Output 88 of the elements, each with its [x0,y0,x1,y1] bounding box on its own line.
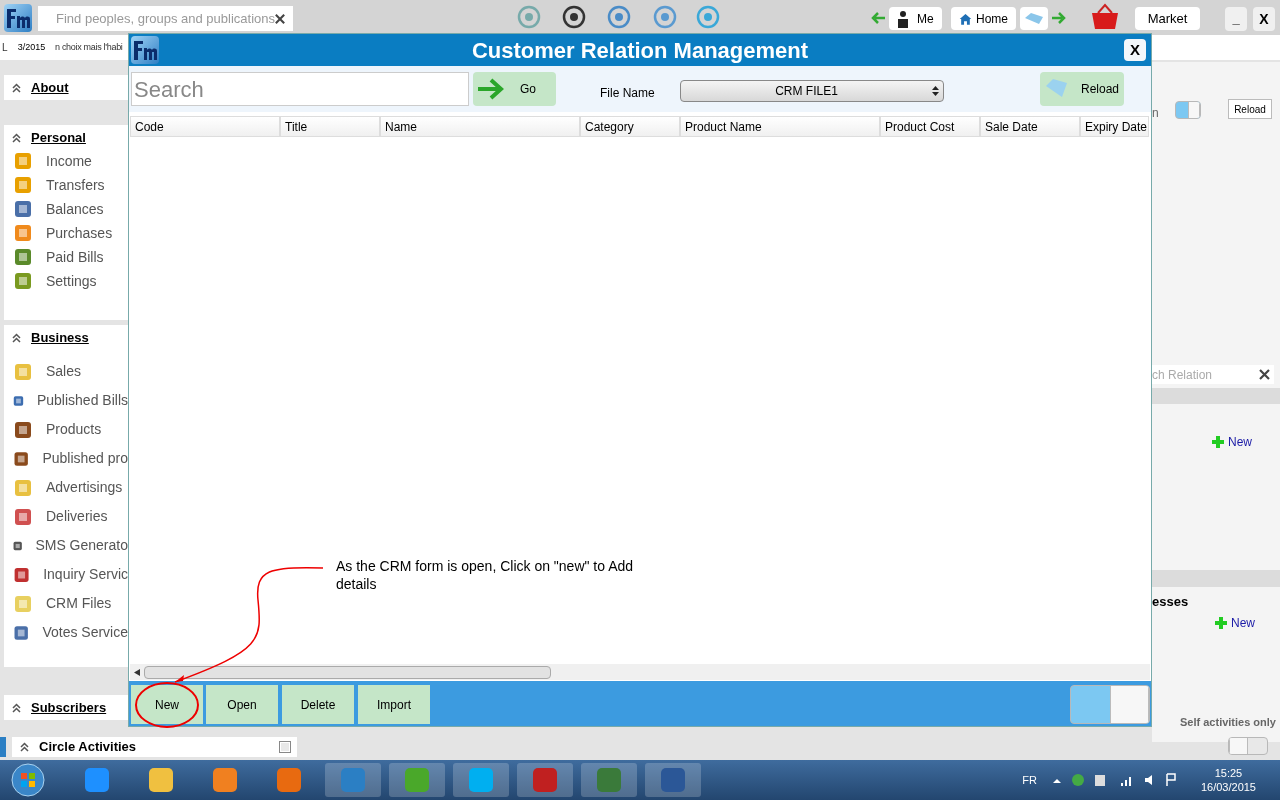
action-button[interactable]: Import [358,685,430,724]
item-icon [12,222,34,244]
me-button[interactable]: Me [889,7,942,30]
section-title: Circle Activities [39,738,138,757]
close-button[interactable]: X [1253,7,1275,31]
reload-button[interactable]: Reload [1228,99,1272,119]
close-icon[interactable] [1259,369,1270,380]
highlight-ellipse [134,681,200,729]
collapse-icon[interactable] [20,742,29,752]
toggle-switch[interactable] [1175,101,1201,119]
scroll-left-icon[interactable] [134,668,140,676]
sidebar-item[interactable]: Published pro [12,444,128,473]
logo-edge [0,737,6,757]
column-header[interactable]: Code [130,116,280,137]
checkbox[interactable] [279,741,291,753]
item-icon [12,270,34,292]
updown-icon [932,85,939,97]
column-header[interactable]: Product Name [680,116,880,137]
sidebar-item[interactable]: Published Bills [12,386,128,415]
sidebar-item[interactable]: Settings [12,269,128,293]
column-header[interactable]: Sale Date [980,116,1080,137]
toggle-switch[interactable] [1070,685,1150,724]
sidebar-item[interactable]: Inquiry Servic [12,560,128,589]
column-header[interactable]: Name [380,116,580,137]
clock-date[interactable]: 16/03/2015 [1200,780,1256,794]
sidebar-item[interactable]: Transfers [12,173,128,197]
arrow-icon [476,77,506,101]
action-button[interactable]: New [131,685,203,724]
collapse-icon[interactable] [12,703,21,713]
reload-button[interactable]: Reload [1040,72,1124,106]
home-button[interactable]: Home [951,7,1016,30]
clock-time[interactable]: 15:25 [1214,766,1243,780]
column-header[interactable]: Title [280,116,380,137]
horizontal-scrollbar[interactable] [130,664,1150,680]
section-title[interactable]: About [31,78,69,98]
sidebar-item[interactable]: Votes Service [12,618,128,647]
section-title[interactable]: Business [31,328,89,348]
item-icon [12,174,34,196]
toggle-switch[interactable] [1228,737,1268,755]
minimize-button[interactable]: _ [1225,7,1247,31]
section-title: esses [1152,593,1189,611]
market-button[interactable]: Market [1135,7,1200,30]
item-icon [12,246,34,268]
new-link[interactable]: New [1215,614,1255,632]
search-field[interactable]: Search [131,72,469,106]
self-activities-label: Self activities only [1180,715,1276,730]
item-icon [12,150,34,172]
close-icon[interactable] [275,12,285,25]
sidebar-item[interactable]: Products [12,415,128,444]
collapse-icon[interactable] [12,133,21,143]
column-header[interactable]: Product Cost [880,116,980,137]
option-label: n [1152,105,1159,122]
section-title[interactable]: Subscribers [31,698,107,718]
sidebar-item[interactable]: Purchases [12,221,128,245]
person-icon [897,9,909,28]
sidebar-item[interactable]: CRM Files [12,589,128,618]
sidebar-item[interactable]: Deliveries [12,502,128,531]
column-header[interactable]: Expiry Date [1080,116,1149,137]
sidebar-item[interactable]: Sales [12,357,128,386]
annotation-text: As the CRM form is open, Click on "new" to Add details [336,557,635,593]
sidebar-item[interactable]: Income [12,149,128,173]
file-name-label: File Name [600,85,655,102]
collapse-icon[interactable] [12,333,21,343]
plus-icon [1215,617,1227,629]
close-button[interactable]: X [1124,39,1146,61]
item-icon [12,198,34,220]
new-link[interactable]: New [1212,433,1252,451]
sidebar-item[interactable]: SMS Generato [12,531,128,560]
forward-arrow-icon[interactable] [1052,12,1066,24]
sidebar-item[interactable]: Paid Bills [12,245,128,269]
sidebar-item[interactable]: Advertisings [12,473,128,502]
fm-logo-icon [4,4,32,32]
snippet-text: n choix mais l'habi [55,41,123,54]
action-button[interactable]: Delete [282,685,354,724]
start-button[interactable] [10,762,46,798]
column-header[interactable]: Category [580,116,680,137]
snippet-text: L [2,41,8,55]
language-indicator[interactable]: FR [1022,771,1037,789]
file-select[interactable]: CRM FILE1 [680,80,944,102]
go-button[interactable]: Go [473,72,556,106]
plus-icon [1212,436,1224,448]
section-title[interactable]: Personal [31,128,86,148]
back-arrow-icon[interactable] [871,12,885,24]
collapse-icon[interactable] [12,83,21,93]
window-title: Customer Relation Management [471,37,809,65]
action-button[interactable]: Open [206,685,278,724]
sidebar-item[interactable]: Balances [12,197,128,221]
fm-logo-icon [131,36,159,64]
